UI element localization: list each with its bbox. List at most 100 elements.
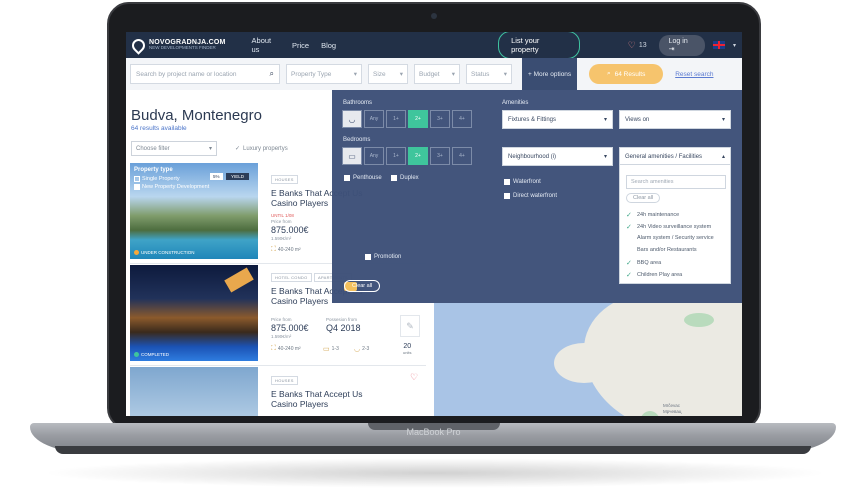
duplex-label: Duplex — [400, 175, 419, 181]
list-property-button[interactable]: List your property — [498, 32, 580, 59]
units-label: units — [403, 350, 412, 355]
property-photo[interactable] — [130, 367, 258, 416]
nav-blog[interactable]: Blog — [321, 41, 336, 50]
price-per-m2: 1.590€/m² — [271, 334, 292, 339]
bed-option-2[interactable]: 2+ — [408, 147, 428, 165]
bed-option-1[interactable]: 1+ — [386, 147, 406, 165]
rooms-value: 1-3 — [331, 346, 339, 352]
bath-option-3[interactable]: 3+ — [430, 110, 450, 128]
bed-icon: ▭ — [342, 147, 362, 165]
neighbourhood-select[interactable]: Neighbourhood (i) ▾ — [502, 147, 613, 166]
yield-badge: 5% — [210, 173, 223, 180]
checkbox[interactable] — [504, 179, 510, 185]
uk-flag-icon[interactable] — [712, 41, 725, 49]
nav-price[interactable]: Price — [292, 41, 309, 50]
new-development-option[interactable]: New Property Development — [134, 183, 209, 191]
check-icon: ✓ — [626, 272, 632, 279]
chevron-down-icon[interactable]: ▾ — [733, 42, 736, 49]
bath-icon: ◡ — [354, 346, 361, 353]
single-property-option[interactable]: Single Property — [134, 175, 209, 183]
bed-option-3[interactable]: 3+ — [430, 147, 450, 165]
card-title[interactable]: E Banks That Accept Us Casino Players — [271, 389, 381, 409]
favorites-count: 13 — [638, 41, 647, 49]
price-value: 875.000€ — [271, 323, 309, 333]
logo-sub: NEW DEVELOPMENTS FINDER — [149, 45, 216, 51]
rooms-info: ▭ 1-3 — [323, 345, 339, 353]
chevron-up-icon: ▴ — [721, 154, 725, 160]
bed-icon: ▭ — [323, 346, 330, 353]
bath-option-any[interactable]: Any — [364, 110, 384, 128]
reset-search-link[interactable]: Reset search — [675, 71, 713, 78]
pen-icon[interactable]: ✎ — [400, 315, 420, 337]
units-info: 20 units — [403, 343, 411, 355]
checkbox[interactable] — [344, 175, 350, 181]
amenity-item[interactable]: ✓ 24h maintenance — [626, 211, 679, 219]
bath-option-1[interactable]: 1+ — [386, 110, 406, 128]
property-type-select[interactable]: Property Type ▾ — [286, 64, 362, 84]
heart-icon[interactable]: ♡ — [410, 372, 418, 383]
map-place-label: Mrčevac — [663, 403, 681, 408]
area-value: 40-240 m² — [277, 247, 301, 253]
checkbox[interactable] — [134, 176, 140, 183]
amenity-item[interactable]: ✓ Children Play area — [626, 271, 682, 279]
amenity-item[interactable]: Alarm system / Security service — [626, 235, 714, 241]
checkbox[interactable] — [391, 175, 397, 181]
bathrooms-selector: ◡ Any 1+ 2+ 3+ 4+ — [342, 110, 472, 128]
status-select[interactable]: Status ▾ — [466, 64, 512, 84]
promotion-checkbox[interactable]: Promotion — [365, 254, 401, 260]
option-label: Single Property — [142, 176, 180, 182]
amenities-clear-button[interactable]: Clear all — [626, 193, 661, 203]
size-select[interactable]: Size ▾ — [368, 64, 408, 84]
map[interactable]: Mrčevac Мрчевац — [434, 303, 742, 416]
camera — [431, 13, 437, 19]
chevron-down-icon: ▾ — [451, 71, 455, 78]
checkbox[interactable] — [365, 254, 371, 260]
amenity-item[interactable]: Bars and/or Restaurants — [626, 247, 697, 253]
views-select[interactable]: Views on ▾ — [619, 110, 731, 129]
bath-option-2[interactable]: 2+ — [408, 110, 428, 128]
listing-card[interactable]: HOUSES E Banks That Accept Us Casino Pla… — [130, 367, 426, 416]
direct-waterfront-checkbox[interactable]: Direct waterfront — [504, 193, 557, 199]
check-icon: ✓ — [626, 224, 632, 231]
waterfront-checkbox[interactable]: Waterfront — [504, 179, 541, 185]
status-label: COMPLETED — [141, 352, 170, 357]
choose-filter-select[interactable]: Choose filter ▾ — [131, 141, 217, 156]
bed-option-4[interactable]: 4+ — [452, 147, 472, 165]
login-button[interactable]: Log in ⇥ — [658, 34, 705, 56]
amenity-item[interactable]: ✓ BBQ area — [626, 259, 661, 267]
bath-option-4[interactable]: 4+ — [452, 110, 472, 128]
status-badge: COMPLETED — [134, 352, 169, 357]
chevron-down-icon: ▾ — [603, 117, 607, 123]
nav-about[interactable]: About us — [252, 36, 280, 54]
more-options-button[interactable]: + More options — [522, 58, 578, 90]
budget-label: Budget — [419, 70, 440, 78]
type-tag: HOUSES — [271, 175, 298, 184]
status-label: Status — [471, 70, 490, 78]
checkbox[interactable] — [134, 184, 140, 191]
search-placeholder: Search by project name or location — [136, 70, 237, 78]
clear-all-button[interactable]: Clear all — [344, 280, 381, 292]
property-photo[interactable]: Property type Single Property New Proper… — [130, 163, 258, 259]
type-tag: HOTEL CONDO — [271, 273, 312, 282]
bath-icon: ◡ — [342, 110, 362, 128]
property-photo[interactable]: COMPLETED — [130, 265, 258, 361]
amenity-label: Children Play area — [637, 272, 683, 278]
bed-option-any[interactable]: Any — [364, 147, 384, 165]
search-input[interactable]: Search by project name or location ⌕ — [130, 64, 280, 84]
duplex-checkbox[interactable]: Duplex — [391, 175, 419, 181]
amenities-dropdown: Search amenities Clear all ✓ 24h maintena… — [619, 164, 731, 284]
views-label: Views on — [625, 116, 650, 123]
amenity-item[interactable]: ✓ 24h Video surveillance system — [626, 223, 711, 231]
general-amenities-label: General amenities / Facilities — [625, 153, 703, 160]
fixtures-select[interactable]: Fixtures & Fittings ▾ — [502, 110, 613, 129]
luxury-toggle[interactable]: ✓ Luxury propertys — [235, 145, 288, 153]
penthouse-checkbox[interactable]: Penthouse — [344, 175, 382, 181]
logo[interactable]: NOVOGRADNJA.COM NEW DEVELOPMENTS FINDER — [129, 35, 226, 55]
penthouse-label: Penthouse — [353, 175, 382, 181]
amenities-search-input[interactable]: Search amenities — [626, 175, 726, 189]
results-button[interactable]: ⌕ 64 Results — [589, 64, 664, 84]
budget-select[interactable]: Budget ▾ — [414, 64, 460, 84]
favorites-button[interactable]: ♡ 13 — [628, 40, 647, 51]
city-title: Budva, Montenegro — [131, 107, 262, 124]
checkbox[interactable] — [504, 193, 510, 199]
